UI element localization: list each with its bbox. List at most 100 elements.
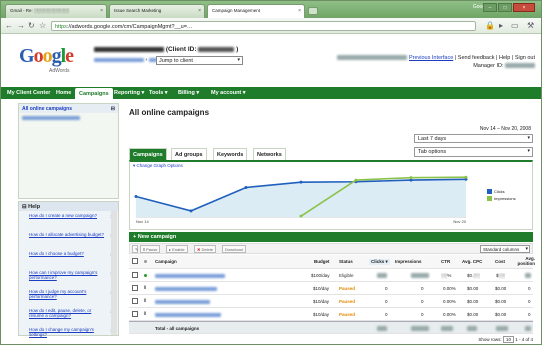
minimize-icon[interactable]: – (483, 3, 497, 12)
page-menu-icon[interactable]: ▸ (499, 21, 503, 30)
campaign-name-link[interactable] (155, 312, 221, 317)
close-icon[interactable]: × (298, 8, 301, 14)
col-cost[interactable]: Cost (495, 259, 505, 264)
help-item-text: How do I allocate advertising budget? (29, 232, 105, 237)
total-clicks (377, 326, 387, 332)
send-feedback-link[interactable]: Send feedback (458, 55, 495, 61)
campaigns-table: Campaign Budget Status Clicks ▾ Impressi… (129, 255, 536, 334)
row-checkbox[interactable] (132, 311, 138, 317)
tab-keywords[interactable]: Keywords (213, 148, 248, 160)
tab-campaigns[interactable]: Campaigns (129, 148, 167, 160)
show-rows-label: Show rows: (478, 337, 502, 342)
row-checkbox[interactable] (132, 298, 138, 304)
close-window-icon[interactable]: × (513, 3, 535, 12)
rows-per-page-select[interactable]: 10 (502, 336, 514, 343)
campaign-name-link[interactable] (155, 286, 217, 291)
col-status[interactable]: Status (339, 259, 353, 264)
help-item[interactable]: How do I edit, pause, delete, or resume … (19, 306, 118, 325)
help-item[interactable]: How do I judge my account's performance?… (19, 287, 118, 306)
data-point-impressions (299, 214, 303, 218)
browser-tab-gmail[interactable]: Gmail - Re: ░░░░░░░░░░░ × (5, 4, 107, 18)
sign-out-link[interactable]: Sign out (515, 55, 535, 61)
paused-icon: Ⅱ (144, 298, 147, 304)
wrench-icon[interactable]: ⚒ (527, 21, 534, 30)
help-item[interactable]: How can I improve my campaign's performa… (19, 268, 118, 287)
help-item-text: How do I create a new campaign? (29, 213, 98, 218)
campaign-name-link[interactable] (155, 299, 210, 304)
browser-tab-campaign-management[interactable]: Campaign Management × (207, 4, 305, 18)
col-clicks-label: Clicks (371, 259, 385, 264)
browser-tab-search-marketing[interactable]: Issue Search Marketing × (109, 4, 205, 18)
row-checkbox[interactable] (132, 272, 138, 278)
tab-ad-groups[interactable]: Ad groups (171, 148, 207, 160)
help-item[interactable]: How do I change my campaign's settings?» (19, 325, 118, 344)
select-all-checkbox[interactable] (132, 258, 138, 264)
collapse-icon[interactable]: ⊟ (111, 106, 115, 112)
data-point-clicks (189, 209, 193, 213)
close-icon[interactable]: × (100, 8, 103, 14)
new-campaign-button[interactable]: + New campaign (129, 232, 533, 242)
lock-icon[interactable]: 🔒 (485, 21, 495, 30)
url-https: https (55, 24, 67, 30)
maximize-icon[interactable]: □ (498, 3, 512, 12)
data-point-clicks (244, 185, 248, 189)
col-avg-position[interactable]: Avg. position (513, 256, 536, 266)
new-tab-button[interactable] (308, 7, 318, 15)
performance-chart: Nov 14 Nov 20 ▾ Change Graph Options Clic… (129, 160, 533, 230)
nav-billing[interactable]: Billing ▾ (174, 87, 203, 99)
reload-icon[interactable]: ↻ (28, 21, 35, 30)
chevron-down-icon: ▾ (527, 148, 530, 154)
total-cpc (467, 326, 477, 332)
forward-icon[interactable]: → (17, 21, 25, 30)
col-campaign[interactable]: Campaign (155, 259, 177, 264)
page-icon[interactable]: ▭ (511, 21, 519, 30)
address-bar[interactable]: https://adwords.google.com/cm/CampaignMg… (51, 21, 476, 31)
legend-item-clicks: Clicks (487, 188, 516, 195)
nav-home[interactable]: Home (52, 87, 75, 99)
chevron-down-icon: ▾ (237, 57, 240, 63)
date-range-select[interactable]: Last 7 days ▾ (414, 134, 533, 143)
tab-networks[interactable]: Networks (253, 148, 286, 160)
all-online-campaigns-link[interactable]: All online campaigns (22, 106, 72, 112)
col-budget[interactable]: Budget (314, 259, 330, 264)
data-point-clicks (134, 195, 138, 198)
cell-budget: $10/day (313, 286, 330, 291)
row-checkbox[interactable] (132, 285, 138, 291)
edit-icon[interactable]: ✎ (132, 245, 138, 253)
chevron-down-icon: ▾ (525, 246, 528, 252)
enable-button[interactable]: ▸ Enable (166, 245, 188, 253)
col-clicks[interactable]: Clicks ▾ (369, 259, 390, 265)
nav-my-client-center[interactable]: My Client Center (3, 87, 54, 99)
previous-interface-link[interactable]: Previous Interface (409, 55, 453, 61)
nav-my-account[interactable]: My account ▾ (207, 87, 250, 99)
nav-tools[interactable]: Tools ▾ (145, 87, 172, 99)
campaign-tree-item[interactable] (19, 113, 118, 123)
cell-impressions: 0 (421, 312, 424, 317)
nav-reporting[interactable]: Reporting ▾ (110, 87, 148, 99)
campaign-name-link[interactable] (155, 273, 225, 278)
col-avg-cpc[interactable]: Avg. CPC (462, 259, 482, 264)
back-icon[interactable]: ← (5, 21, 13, 30)
help-link[interactable]: Help (499, 55, 510, 61)
col-impressions[interactable]: Impressions (395, 259, 422, 264)
jump-to-client-select[interactable]: Jump to client ▾ (156, 56, 243, 65)
help-scrollbar[interactable] (111, 211, 117, 335)
change-graph-options-link[interactable]: ▾ Change Graph Options (133, 163, 183, 169)
help-item[interactable]: How do I create a new campaign?» (19, 211, 118, 230)
help-item-text: How do I change my campaign's settings? (29, 327, 94, 337)
download-button[interactable]: Download (222, 245, 246, 253)
delete-button[interactable]: ✖ Delete (194, 245, 217, 253)
nav-campaigns[interactable]: Campaigns (75, 88, 113, 99)
minus-icon[interactable]: ⊟ (22, 204, 27, 210)
cell-clicks: 0 (385, 299, 388, 304)
cell-cost: $0.00 (495, 299, 507, 304)
help-item[interactable]: How do I allocate advertising budget?» (19, 230, 118, 249)
col-ctr[interactable]: CTR (441, 259, 450, 264)
close-icon[interactable]: × (198, 8, 201, 14)
pause-button[interactable]: Ⅱ Pause (140, 245, 161, 253)
date-range-label: Nov 14 – Nov 20, 2008 (479, 126, 531, 132)
tab-options-select[interactable]: Tab options ▾ (414, 147, 533, 157)
columns-select[interactable]: Standard columns ▾ (480, 245, 530, 253)
bookmark-star-icon[interactable]: ☆ (39, 21, 46, 30)
help-item[interactable]: How do I choose a budget?» (19, 249, 118, 268)
